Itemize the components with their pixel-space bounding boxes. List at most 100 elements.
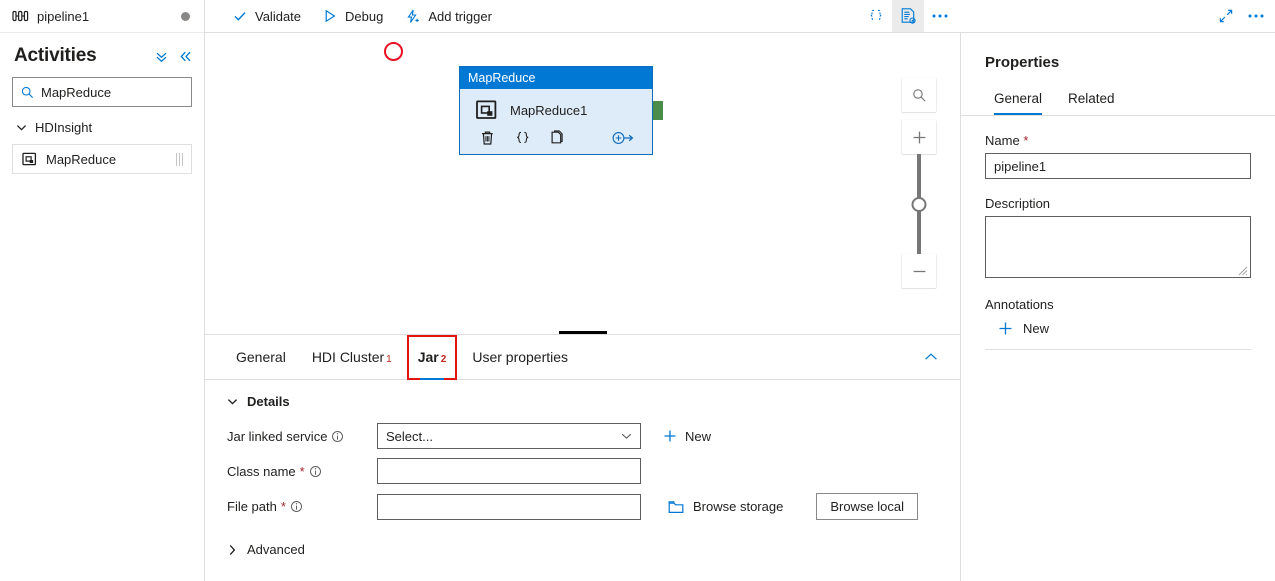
properties-pane-icon[interactable] <box>892 0 924 32</box>
annotations-label: Annotations <box>985 297 1251 312</box>
debug-button-label: Debug <box>345 9 383 24</box>
zoom-slider-thumb[interactable] <box>912 197 927 212</box>
zoom-slider[interactable] <box>902 154 936 254</box>
more-options-icon[interactable] <box>924 0 956 32</box>
properties-title: Properties <box>985 33 1251 71</box>
tab-jar-badge: 2 <box>441 354 447 365</box>
lightning-plus-icon <box>405 9 420 24</box>
tab-general-label: General <box>236 349 286 365</box>
activity-node-name: MapReduce1 <box>510 103 587 118</box>
duplicate-activity-icon[interactable] <box>550 130 565 146</box>
chevron-up-icon <box>924 352 938 362</box>
browse-local-button[interactable]: Browse local <box>816 493 918 520</box>
pipeline-description-textarea[interactable] <box>985 216 1251 278</box>
collapse-panel-icon[interactable] <box>179 50 192 63</box>
validate-button[interactable]: Validate <box>223 4 311 29</box>
pipeline-name-label-wrap: Name * <box>985 133 1251 148</box>
tab-user-properties-label: User properties <box>472 349 568 365</box>
add-trigger-button[interactable]: Add trigger <box>395 4 502 29</box>
activity-item-label: MapReduce <box>46 152 116 167</box>
debug-button[interactable]: Debug <box>313 4 393 29</box>
class-name-label-wrap: Class name * <box>205 464 377 479</box>
pipeline-description-label: Description <box>985 196 1251 211</box>
canvas-zoom-controls <box>902 78 936 288</box>
advanced-section-label: Advanced <box>247 542 305 557</box>
mapreduce-icon <box>22 152 37 166</box>
activity-node-type-label: MapReduce <box>468 71 535 85</box>
mapreduce-icon <box>476 100 498 121</box>
file-path-input[interactable] <box>377 494 641 520</box>
info-icon[interactable] <box>331 430 344 443</box>
tab-general[interactable]: General <box>223 335 299 380</box>
code-braces-icon[interactable] <box>860 0 892 32</box>
pipeline-tab-label: pipeline1 <box>37 9 89 24</box>
jar-linked-service-dropdown[interactable]: Select... <box>377 423 641 449</box>
activity-node-header: MapReduce <box>460 67 652 89</box>
jar-linked-service-label-wrap: Jar linked service <box>205 429 377 444</box>
collapse-all-icon[interactable] <box>155 50 168 63</box>
checkmark-icon <box>233 9 247 23</box>
details-section-header[interactable]: Details <box>205 394 960 419</box>
collapse-settings-panel-button[interactable] <box>918 352 944 362</box>
tab-user-properties[interactable]: User properties <box>459 335 581 380</box>
expand-icon[interactable] <box>1219 9 1233 23</box>
activity-settings-panel: General HDI Cluster 1 Jar 2 User propert… <box>205 335 960 581</box>
add-trigger-button-label: Add trigger <box>428 9 492 24</box>
browse-storage-label: Browse storage <box>693 499 783 514</box>
pipeline-name-input[interactable]: pipeline1 <box>985 153 1251 179</box>
info-icon[interactable] <box>290 500 303 513</box>
pipeline-icon <box>12 10 29 22</box>
play-triangle-icon <box>323 9 337 23</box>
search-input[interactable]: MapReduce <box>12 77 192 107</box>
pipeline-name-label: Name <box>985 133 1020 148</box>
search-input-value: MapReduce <box>41 85 111 100</box>
zoom-in-button[interactable] <box>902 120 936 154</box>
class-name-label: Class name <box>227 464 296 479</box>
delete-activity-icon[interactable] <box>480 130 495 146</box>
add-annotation-label: New <box>1023 321 1049 336</box>
field-row-jar-linked-service: Jar linked service Select... <box>205 419 960 454</box>
required-asterisk: * <box>300 464 305 479</box>
properties-tab-related[interactable]: Related <box>1059 85 1124 115</box>
properties-tab-related-label: Related <box>1068 91 1115 106</box>
properties-tab-general-label: General <box>994 91 1042 106</box>
properties-tab-general[interactable]: General <box>985 85 1051 115</box>
new-linked-service-button[interactable]: New <box>663 429 711 444</box>
zoom-to-fit-button[interactable] <box>902 78 936 112</box>
pipeline-activity-node[interactable]: MapReduce MapReduce1 <box>459 66 653 155</box>
details-section-label: Details <box>247 394 290 409</box>
info-icon[interactable] <box>309 465 322 478</box>
pipeline-canvas[interactable]: MapReduce MapReduce1 <box>205 33 960 335</box>
properties-panel: Properties General Related Name * pipeli… <box>960 0 1275 581</box>
chevron-down-icon <box>16 122 27 133</box>
browse-storage-button[interactable]: Browse storage <box>668 499 783 514</box>
annotation-circle-marker <box>384 42 403 61</box>
jar-tab-content: Details Jar linked service <box>205 380 960 557</box>
activity-item-mapreduce[interactable]: MapReduce <box>12 144 192 174</box>
pipeline-tab[interactable]: pipeline1 <box>0 0 204 33</box>
more-options-icon[interactable] <box>1247 13 1265 19</box>
drag-grip-icon[interactable] <box>176 153 183 166</box>
add-output-icon[interactable] <box>612 131 634 145</box>
class-name-input[interactable] <box>377 458 641 484</box>
annotations-divider <box>985 349 1251 350</box>
code-braces-icon[interactable] <box>515 130 530 146</box>
browse-local-label: Browse local <box>830 499 904 514</box>
activities-title: Activities <box>14 45 96 67</box>
pipeline-name-value: pipeline1 <box>994 159 1046 174</box>
activity-group-hdinsight[interactable]: HDInsight <box>0 107 204 144</box>
activity-output-connector[interactable] <box>653 101 663 120</box>
search-icon <box>21 86 34 99</box>
activity-node-actions <box>470 121 642 154</box>
zoom-out-button[interactable] <box>902 254 936 288</box>
add-annotation-button[interactable]: New <box>985 312 1251 349</box>
properties-tab-strip: General Related <box>985 85 1251 115</box>
tab-jar[interactable]: Jar 2 <box>407 335 458 380</box>
tab-hdi-cluster[interactable]: HDI Cluster 1 <box>299 335 405 380</box>
chevron-down-icon <box>227 396 238 407</box>
activity-tab-strip: General HDI Cluster 1 Jar 2 User propert… <box>205 335 960 380</box>
advanced-section-header[interactable]: Advanced <box>205 525 960 557</box>
resize-grip-icon[interactable] <box>1238 266 1248 276</box>
plus-icon <box>998 321 1013 336</box>
file-path-label: File path <box>227 499 277 514</box>
